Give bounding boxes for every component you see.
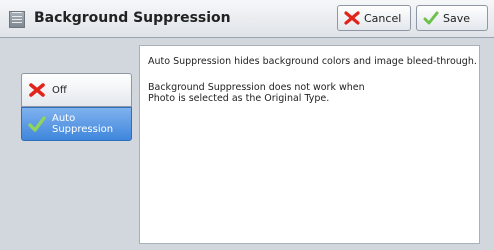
x-icon: [344, 11, 360, 25]
screen: Background Suppression Cancel Save Off A…: [0, 0, 494, 250]
description-line-1: Auto Suppression hides background colors…: [148, 56, 477, 67]
page-title: Background Suppression: [34, 10, 231, 26]
description-panel: Auto Suppression hides background colors…: [139, 45, 480, 244]
save-label: Save: [443, 11, 471, 25]
description-line-3: Photo is selected as the Original Type.: [148, 93, 330, 104]
option-auto-label-line1: Auto: [52, 113, 76, 124]
menu-icon: [9, 11, 25, 28]
option-auto-label: Auto Suppression: [52, 113, 113, 135]
option-off[interactable]: Off: [21, 73, 132, 107]
option-auto-suppression[interactable]: Auto Suppression: [21, 107, 132, 141]
check-icon: [28, 116, 46, 132]
cancel-button[interactable]: Cancel: [337, 5, 411, 31]
save-button[interactable]: Save: [416, 5, 488, 31]
option-off-label: Off: [52, 84, 67, 96]
title-bar: Background Suppression Cancel Save: [0, 0, 494, 38]
x-icon: [28, 82, 46, 98]
option-auto-label-line2: Suppression: [52, 124, 114, 135]
description-line-2: Background Suppression does not work whe…: [148, 82, 365, 93]
check-icon: [423, 11, 439, 25]
cancel-label: Cancel: [364, 11, 402, 25]
